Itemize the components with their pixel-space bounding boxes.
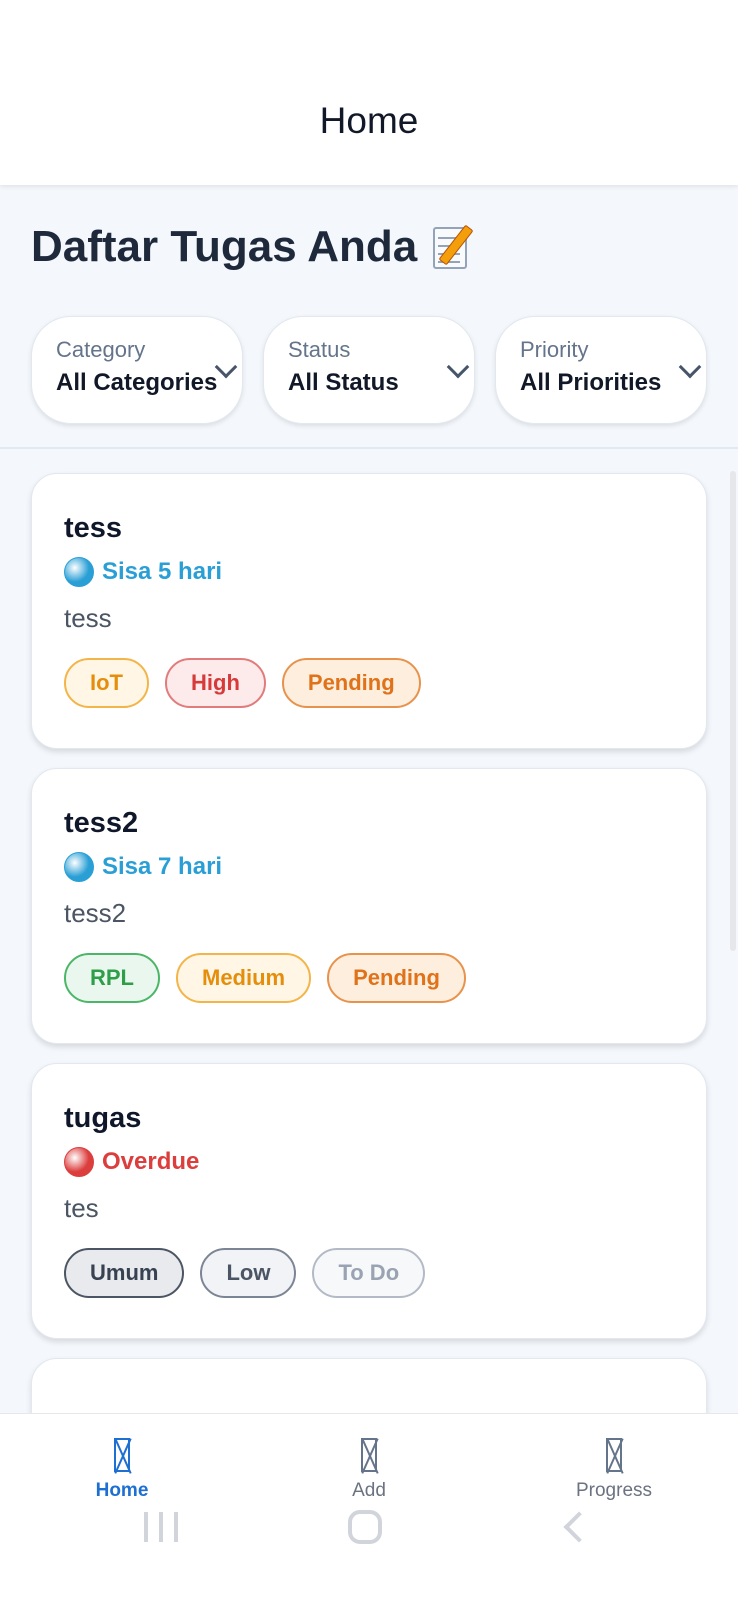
tag-list: RPL Medium Pending (64, 953, 674, 1003)
task-description: tess (64, 603, 112, 633)
status-filter-dropdown[interactable]: Status All Status (263, 316, 475, 424)
nav-item-home[interactable]: Home (42, 1438, 202, 1502)
nav-label: Home (95, 1480, 149, 1501)
nav-item-progress[interactable]: Progress (534, 1438, 694, 1502)
memo-pencil-icon (433, 223, 477, 271)
task-card[interactable]: tess Sisa 5 hari tess IoT High Pending (31, 473, 707, 749)
task-title: tess2 (64, 807, 139, 839)
due-text: Sisa 7 hari (102, 853, 223, 880)
task-title: tugas (64, 1102, 142, 1134)
home-button[interactable] (348, 1510, 382, 1544)
nav-label: Add (352, 1480, 386, 1501)
due-text: Overdue (102, 1148, 200, 1175)
missing-glyph-icon (361, 1438, 377, 1472)
missing-glyph-icon (606, 1438, 622, 1472)
app-bar: Home (0, 0, 738, 185)
red-circle-icon (64, 1147, 94, 1177)
task-description: tess2 (64, 898, 127, 928)
task-card[interactable]: tess2 Sisa 7 hari tess2 RPL Medium Pendi… (31, 768, 707, 1044)
tag-list: Umum Low To Do (64, 1248, 674, 1298)
priority-tag: Low (200, 1248, 297, 1298)
category-tag: Umum (64, 1248, 185, 1298)
task-list: tess Sisa 5 hari tess IoT High Pending t… (0, 449, 738, 1413)
due-indicator: Sisa 5 hari (64, 557, 674, 587)
nav-item-add[interactable]: Add (289, 1438, 449, 1502)
due-text: Sisa 5 hari (102, 558, 223, 585)
status-tag: Pending (327, 953, 466, 1003)
category-filter-dropdown[interactable]: Category All Categories (31, 316, 243, 424)
category-filter-label: Category (56, 337, 146, 362)
category-tag: IoT (64, 658, 149, 708)
tag-list: IoT High Pending (64, 658, 674, 708)
category-tag: RPL (64, 953, 160, 1003)
status-filter-value: All Status (288, 369, 399, 396)
due-indicator: Sisa 7 hari (64, 852, 674, 882)
priority-filter-dropdown[interactable]: Priority All Priorities (495, 316, 707, 424)
priority-tag: High (165, 658, 266, 708)
status-filter-label: Status (288, 337, 351, 362)
nav-label: Progress (575, 1480, 653, 1501)
blue-circle-icon (64, 852, 94, 882)
missing-glyph-icon (114, 1438, 130, 1472)
priority-filter-label: Priority (520, 337, 589, 362)
priority-tag: Medium (176, 953, 312, 1003)
category-filter-value: All Categories (56, 369, 218, 396)
filter-bar: Category All Categories Status All Statu… (31, 316, 707, 424)
task-card[interactable]: tugas Overdue tes Umum Low To Do (31, 1063, 707, 1339)
blue-circle-icon (64, 557, 94, 587)
task-title: tess (64, 512, 123, 544)
system-navigation-bar (0, 1500, 738, 1600)
recent-apps-button[interactable] (144, 1512, 178, 1542)
appbar-title: Home (319, 100, 419, 141)
back-button[interactable] (563, 1511, 595, 1543)
scrollbar[interactable] (730, 471, 736, 951)
priority-filter-value: All Priorities (520, 369, 662, 396)
task-description: tes (64, 1193, 99, 1223)
page-heading: Daftar Tugas Anda (31, 222, 477, 272)
status-tag: Pending (281, 658, 421, 708)
task-card[interactable] (31, 1358, 707, 1413)
due-indicator: Overdue (64, 1147, 674, 1177)
page-heading-text: Daftar Tugas Anda (31, 222, 418, 271)
status-tag: To Do (312, 1248, 426, 1298)
